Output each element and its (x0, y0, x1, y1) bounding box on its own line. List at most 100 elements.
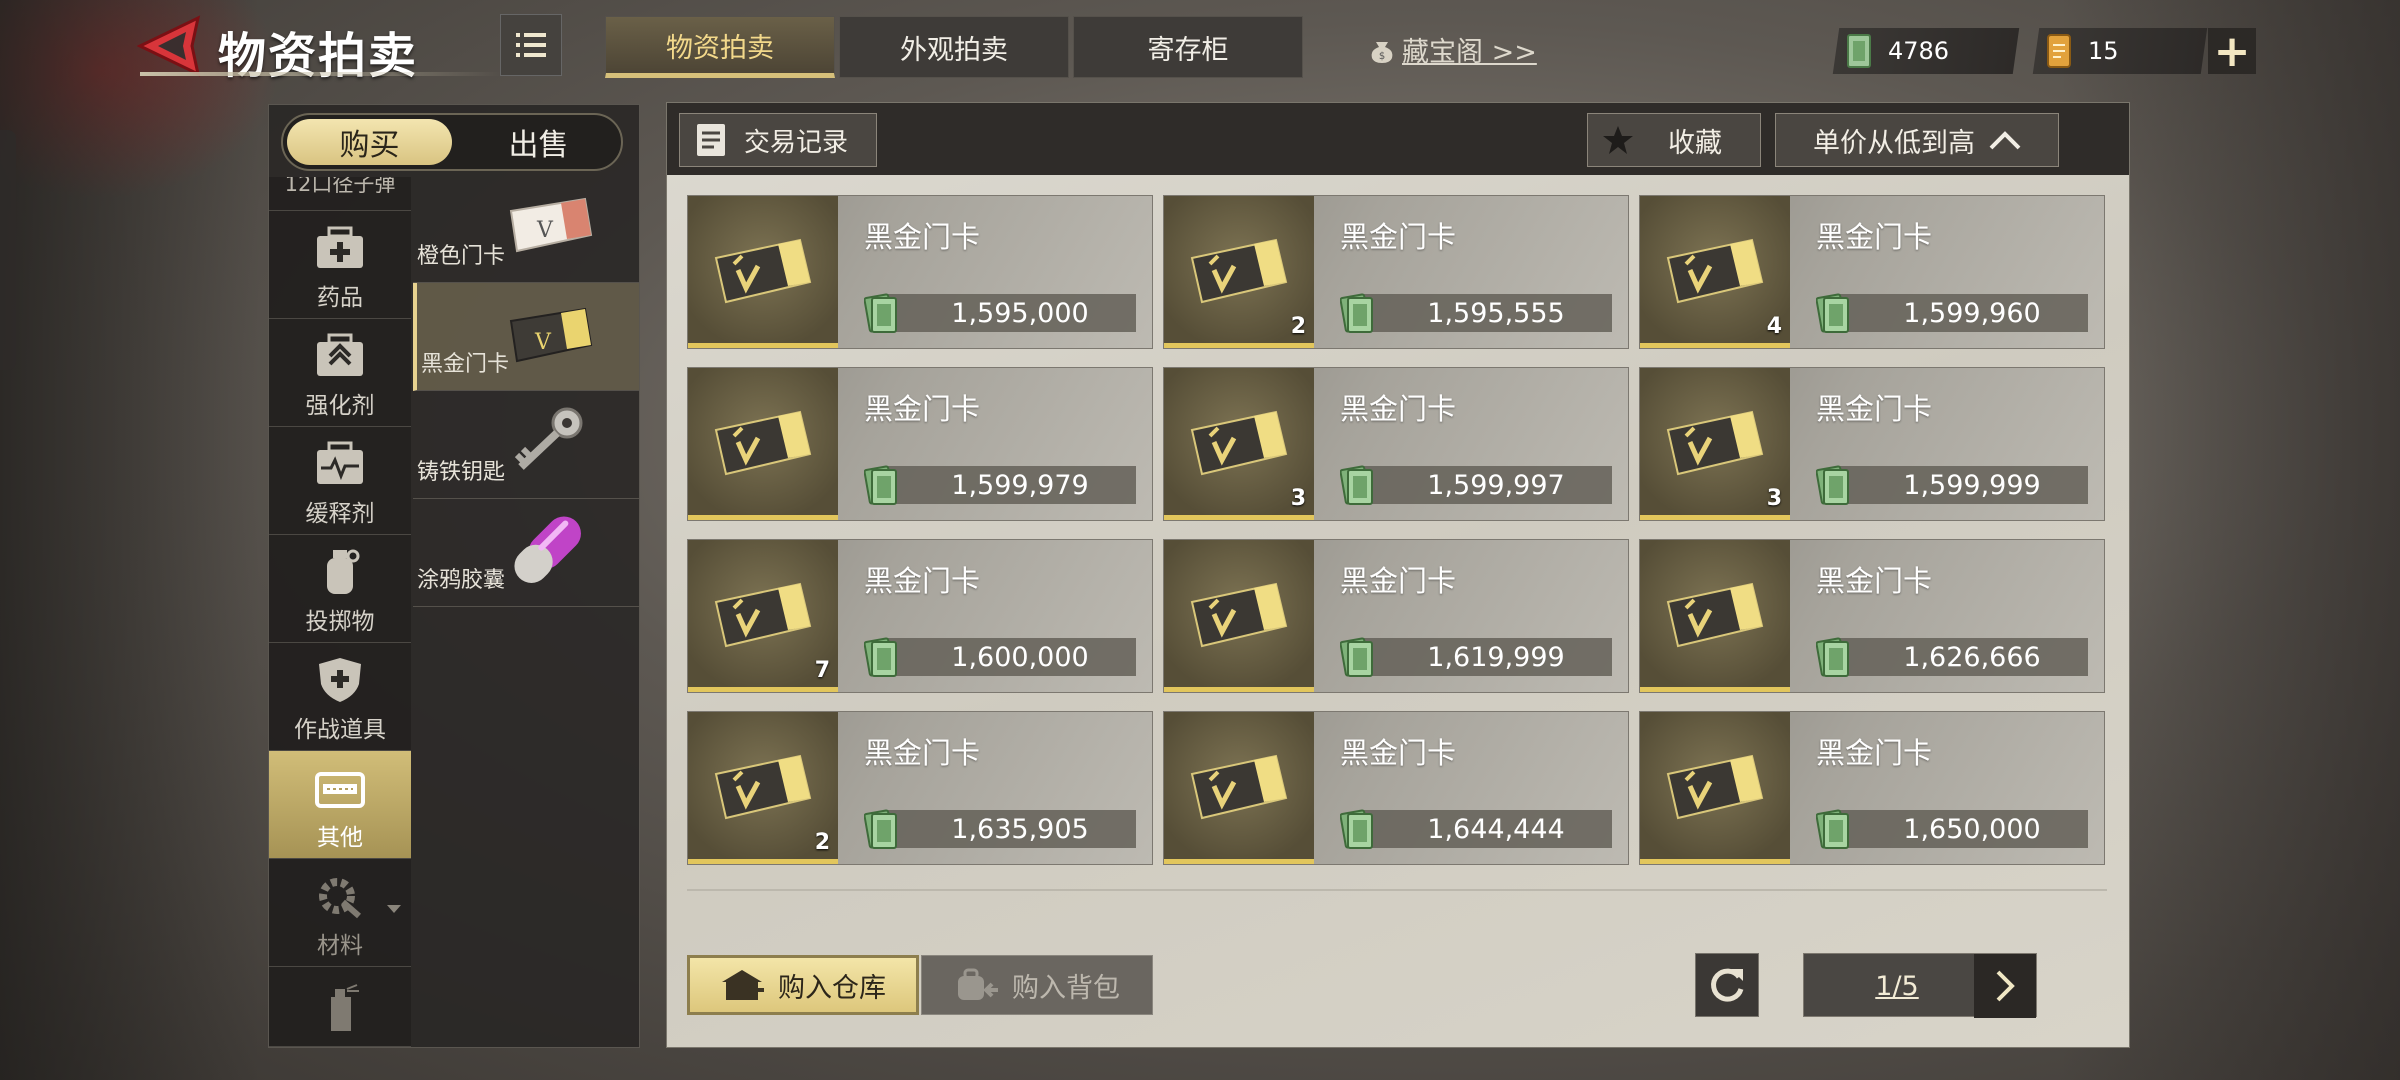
tab-material-auction[interactable]: 物资拍卖 (605, 16, 835, 78)
item-price: 1,599,997 (1427, 469, 1565, 501)
price-currency (863, 634, 900, 684)
sort-button[interactable]: 单价从低到高 (1775, 113, 2059, 167)
next-page-button[interactable] (1974, 954, 2036, 1018)
black-gold-keycard-icon (1190, 754, 1288, 820)
edge-handle[interactable] (0, 130, 16, 370)
buy-to-backpack-button[interactable]: 购入背包 (921, 955, 1153, 1015)
warehouse-icon (722, 970, 764, 1000)
medkit-icon (317, 226, 363, 268)
item-name: 黑金门卡 (864, 392, 981, 426)
cash-icon (1847, 34, 1871, 68)
sell-toggle[interactable]: 出售 (456, 115, 621, 169)
trade-record-button[interactable]: 交易记录 (679, 113, 877, 167)
spray-icon (331, 984, 359, 1031)
footer-divider (687, 889, 2107, 891)
listing-card[interactable]: 2 黑金门卡 1,595,555 (1163, 195, 1629, 349)
listing-card[interactable]: 黑金门卡 1,626,666 (1639, 539, 2105, 693)
listing-card[interactable]: 黑金门卡 1,650,000 (1639, 711, 2105, 865)
subcategory-iron-key[interactable]: 铸铁钥匙 (413, 391, 639, 499)
category-panel: 购买 出售 12口径子弹 药品 强化剂 缓释剂 投掷物 作战道具 其他 材料 V… (268, 104, 640, 1048)
list-menu-icon (516, 33, 546, 57)
price-currency (1339, 462, 1376, 512)
price-currency (1339, 290, 1376, 340)
refresh-icon (1711, 968, 1744, 1002)
listing-panel: 交易记录 收藏 单价从低到高 黑金门卡 1,595,000 2 黑金门卡 1,595,5… (666, 102, 2130, 1048)
favorite-button[interactable]: 收藏 (1587, 113, 1761, 167)
category-label: 缓释剂 (305, 501, 375, 527)
price-currency (863, 806, 900, 856)
black-gold-keycard-icon (1666, 238, 1764, 304)
cash-icon (1339, 293, 1373, 333)
category-combat-item[interactable]: 作战道具 (269, 643, 411, 751)
cash-icon (863, 809, 897, 849)
item-name: 黑金门卡 (1340, 564, 1457, 598)
black-gold-keycard-icon (714, 410, 812, 476)
refresh-button[interactable] (1695, 953, 1759, 1017)
listing-card[interactable]: 黑金门卡 1,595,000 (687, 195, 1153, 349)
chevron-down-icon (387, 905, 401, 913)
listing-card[interactable]: 7 黑金门卡 1,600,000 (687, 539, 1153, 693)
black-gold-keycard-icon (714, 582, 812, 648)
listing-card[interactable]: 3 黑金门卡 1,599,997 (1163, 367, 1629, 521)
listing-card[interactable]: 2 黑金门卡 1,635,905 (687, 711, 1153, 865)
category-throwable[interactable]: 投掷物 (269, 535, 411, 643)
orange-keycard-icon: V (509, 197, 593, 253)
category-clipped[interactable]: 12口径子弹 (269, 177, 411, 211)
category-spray[interactable] (269, 967, 411, 1047)
price-currency (863, 290, 900, 340)
menu-button[interactable] (500, 14, 562, 76)
listing-card[interactable]: 黑金门卡 1,599,979 (687, 367, 1153, 521)
add-currency-button[interactable]: + (2208, 26, 2256, 77)
listing-card[interactable]: 黑金门卡 1,644,444 (1163, 711, 1629, 865)
ticket-value: 15 (2088, 37, 2119, 65)
subcategory-black-gold-keycard[interactable]: V 黑金门卡 (413, 283, 639, 391)
item-name: 黑金门卡 (864, 220, 981, 254)
category-booster[interactable]: 强化剂 (269, 319, 411, 427)
item-name: 黑金门卡 (1816, 564, 1933, 598)
subcategory-label: 黑金门卡 (421, 352, 510, 377)
tab-appearance-auction[interactable]: 外观拍卖 (839, 16, 1069, 78)
item-quantity: 4 (1766, 314, 1782, 339)
listing-card[interactable]: 3 黑金门卡 1,599,999 (1639, 367, 2105, 521)
item-name: 黑金门卡 (1340, 736, 1457, 770)
black-gold-keycard-icon (1666, 754, 1764, 820)
category-material[interactable]: 材料 (269, 859, 411, 967)
black-gold-keycard-icon (1666, 410, 1764, 476)
subcategory-label: 铸铁钥匙 (417, 460, 506, 485)
tab-storage-locker[interactable]: 寄存柜 (1073, 16, 1303, 78)
price-currency (1815, 806, 1852, 856)
item-quantity: 2 (1290, 314, 1306, 339)
black-gold-keycard-icon (1190, 582, 1288, 648)
category-medicine[interactable]: 药品 (269, 211, 411, 319)
item-price: 1,599,960 (1903, 297, 2041, 329)
category-sustained[interactable]: 缓释剂 (269, 427, 411, 535)
back-button[interactable] (136, 14, 206, 78)
item-thumbnail (1164, 540, 1314, 692)
cash-balance: 4786 (1832, 28, 2020, 74)
listing-card[interactable]: 4 黑金门卡 1,599,960 (1639, 195, 2105, 349)
cash-icon (1815, 637, 1849, 677)
category-label: 材料 (317, 933, 363, 959)
graffiti-capsule-icon (514, 516, 581, 583)
record-book-icon (697, 124, 725, 156)
treasure-link-label: 藏宝阁 >> (1402, 37, 1537, 68)
item-thumbnail: 2 (688, 712, 838, 864)
price-currency (1815, 290, 1852, 340)
category-other[interactable]: 其他 (269, 751, 411, 859)
buy-to-warehouse-button[interactable]: 购入仓库 (687, 955, 919, 1015)
favorite-label: 收藏 (1668, 127, 1722, 159)
subcategory-graffiti-capsule[interactable]: 涂鸦胶囊 (413, 499, 639, 607)
subcategory-orange-keycard[interactable]: V 橙色门卡 (413, 177, 639, 283)
black-gold-keycard-icon (1666, 582, 1764, 648)
black-gold-keycard-icon (714, 754, 812, 820)
page-indicator: 1/5 (1875, 970, 1919, 1002)
treasure-pavilion-link[interactable]: $ 藏宝阁 >> (1368, 30, 1537, 69)
category-label: 投掷物 (305, 609, 375, 635)
listing-card[interactable]: 黑金门卡 1,619,999 (1163, 539, 1629, 693)
item-thumbnail (1164, 712, 1314, 864)
buy-to-backpack-label: 购入背包 (1012, 972, 1120, 1004)
price-currency (1815, 462, 1852, 512)
buy-toggle[interactable]: 购买 (287, 119, 452, 165)
pagination: 1/5 (1803, 953, 2037, 1018)
listing-toolbar: 交易记录 收藏 单价从低到高 (667, 103, 2129, 175)
